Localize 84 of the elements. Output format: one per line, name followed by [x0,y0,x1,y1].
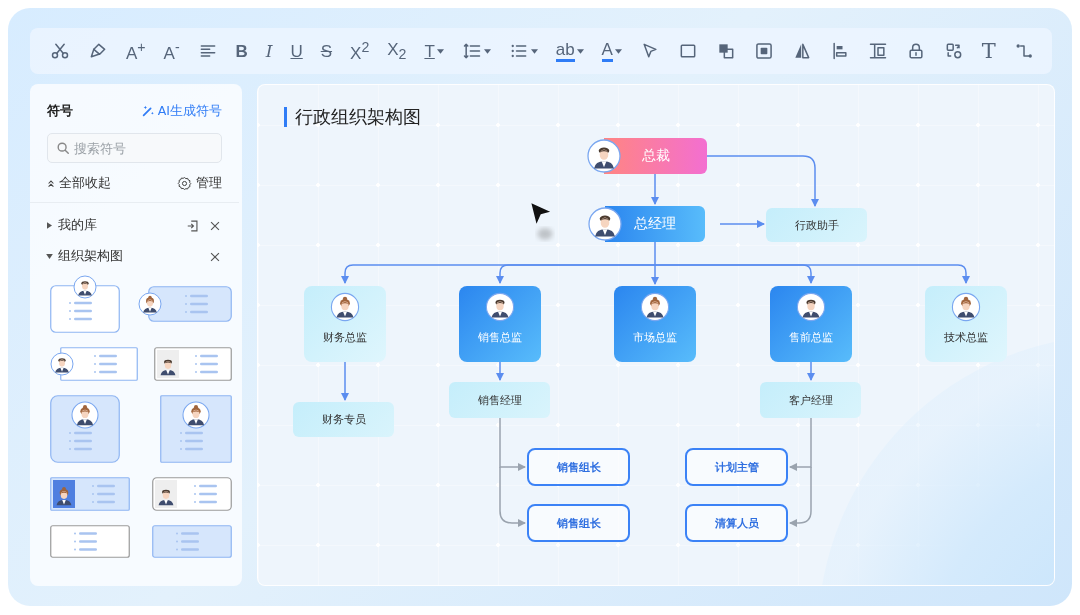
node-label: 行政助手 [794,217,839,233]
org-node[interactable]: 总经理 [588,206,705,242]
connector-arrow [651,173,659,205]
underline-button[interactable]: U [288,36,305,66]
node-label: 计划主管 [714,459,759,475]
double-chevron-icon [47,179,55,188]
node-label: 总经理 [634,215,676,233]
font-color-button[interactable]: A [599,36,624,66]
org-node[interactable]: 客户经理 [760,382,861,418]
node-label: 客户经理 [788,392,833,408]
subscript-button[interactable]: X$_{2}$ [385,36,409,66]
node-label: 销售组长 [556,515,601,531]
org-card-template-drawing[interactable] [160,395,232,463]
avatar-icon [588,207,622,241]
org-node[interactable]: 清算人员 [685,504,788,542]
settings-icon [177,176,192,191]
group-icon [753,41,774,61]
org-card-template-drawing[interactable] [50,395,120,463]
org-card-template-drawing[interactable] [154,347,232,381]
node-label: 技术总监 [944,330,988,345]
org-node[interactable]: 销售组长 [527,448,630,486]
node-label: 销售总监 [478,330,522,345]
avatar-icon [485,292,515,322]
connector-arrow [341,361,349,401]
caret-icon [483,48,491,54]
highlight-button[interactable]: ab [553,36,586,66]
node-label: 市场总监 [633,330,677,345]
org-card-template-drawing[interactable] [152,477,232,511]
search-icon [56,141,70,155]
org-node[interactable]: 技术总监 [925,286,1007,362]
strikethrough-button[interactable]: S [318,36,335,66]
import-icon[interactable] [186,218,200,233]
decrease-font-button[interactable]: A$^{-}$ [161,36,182,66]
org-node[interactable]: 财务专员 [293,402,394,437]
connector-arrow [719,220,765,228]
caret-icon [576,48,584,54]
connector-arrow [499,417,526,471]
library-item[interactable]: 组织架构图 [47,248,123,265]
text-box-button[interactable]: T [979,36,998,66]
italic-button[interactable]: I [263,36,275,66]
org-card-template-drawing[interactable] [50,477,130,511]
collapse-all-button[interactable]: 全部收起 [47,175,111,192]
magic-wand-icon [140,104,155,118]
org-card-template-drawing[interactable] [138,286,232,322]
node-label: 财务专员 [321,412,366,427]
diagram-title: 行政组织架构图 [284,107,421,127]
increase-font-button[interactable]: A$^{+}$ [123,36,148,66]
ai-generate-link[interactable]: AI生成符号 [140,102,222,120]
node-label: 总裁 [641,147,670,165]
search-field[interactable]: 搜索符号 [47,133,222,163]
caret-icon [530,48,538,54]
connector-arrow [789,417,812,471]
expand-triangle-icon [46,254,53,259]
avatar-icon [330,292,360,322]
node-label: 销售组长 [556,459,601,475]
line-spacing-icon [461,41,482,61]
node-label: 清算人员 [714,515,759,531]
org-node[interactable]: 计划主管 [685,448,788,486]
node-label: 销售经理 [477,392,522,408]
connector-arrow [496,361,504,381]
node-label: 售前总监 [789,330,833,345]
org-node[interactable]: 销售组长 [527,504,630,542]
text-style-button[interactable]: T [422,36,446,66]
connector-arrow [789,466,812,527]
connector-arrow [807,361,815,381]
cut-icon [50,41,70,61]
avatar-icon [951,292,981,322]
bold-button[interactable]: B [233,36,250,66]
caret-icon [614,48,622,54]
avatar-icon [587,139,621,173]
connector-arrow [499,466,526,527]
avatar-icon [640,292,670,322]
avatar-icon [796,292,826,322]
caret-icon [436,48,444,54]
expand-triangle-icon [47,222,52,229]
org-node[interactable]: 销售经理 [449,382,550,418]
manage-button[interactable]: 管理 [177,175,222,192]
org-node[interactable]: 行政助手 [766,208,867,242]
node-label: 财务总监 [323,330,367,345]
superscript-button[interactable]: X$^{2}$ [348,36,372,66]
org-node[interactable]: 财务总监 [304,286,386,362]
library-item[interactable]: 我的库 [47,217,97,234]
panel-title: 符号 [47,102,73,120]
distribute-icon [867,41,888,61]
